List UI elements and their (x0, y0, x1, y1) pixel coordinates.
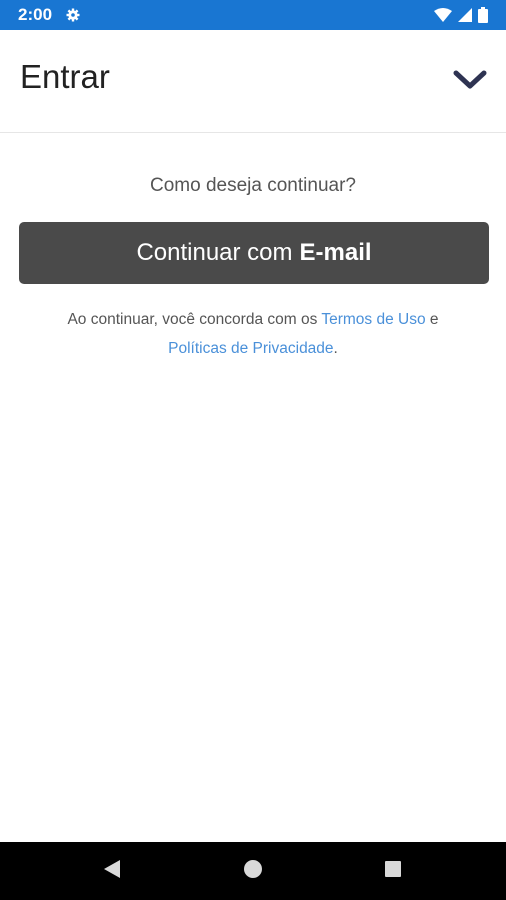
chevron-down-icon (453, 70, 487, 95)
status-bar: 2:00 (0, 0, 506, 30)
terms-of-use-link[interactable]: Termos de Uso (321, 311, 425, 328)
terms-notice: Ao continuar, você concorda com os Termo… (20, 305, 486, 363)
page-title: Entrar (20, 58, 110, 95)
terms-text-before: Ao continuar, você concorda com os (67, 311, 322, 328)
battery-icon (478, 7, 488, 23)
continue-with-email-button[interactable]: Continuar com E-mail (19, 222, 489, 284)
collapse-button[interactable] (448, 60, 492, 104)
continue-prompt: Como deseja continuar? (150, 175, 356, 196)
recents-button[interactable] (378, 856, 408, 886)
gear-icon (66, 8, 80, 22)
home-button[interactable] (238, 856, 268, 886)
header: Entrar (0, 30, 506, 133)
status-time: 2:00 (18, 5, 53, 24)
terms-text-after: . (333, 340, 338, 357)
back-icon (102, 859, 122, 884)
privacy-policy-link[interactable]: Políticas de Privacidade (168, 340, 333, 357)
terms-text-middle: e (425, 311, 439, 328)
signal-icon (458, 8, 472, 22)
navigation-bar (0, 842, 506, 900)
status-icons (434, 7, 488, 23)
email-button-strong: E-mail (299, 239, 372, 266)
home-icon (243, 859, 263, 884)
recents-icon (383, 859, 403, 884)
back-button[interactable] (97, 856, 127, 886)
email-button-label: Continuar com (136, 239, 293, 266)
wifi-icon (434, 8, 452, 22)
